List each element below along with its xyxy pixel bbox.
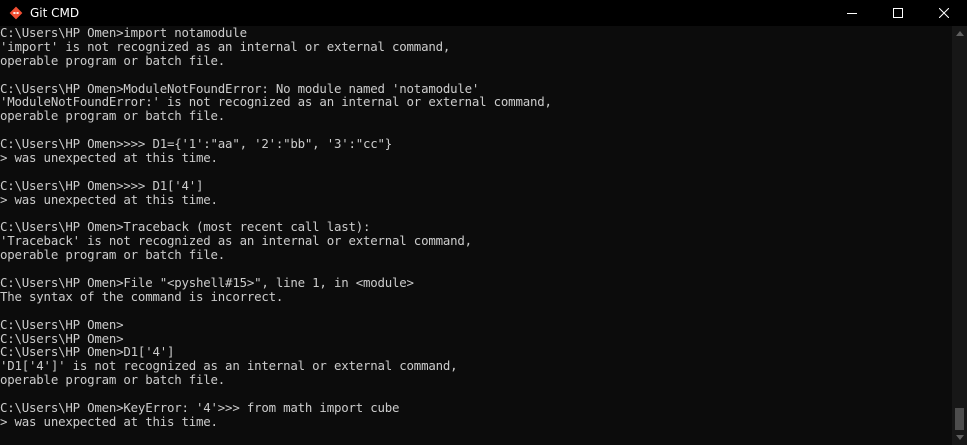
close-button[interactable] bbox=[921, 0, 967, 26]
terminal-line: C:\Users\HP Omen>D1['4'] bbox=[0, 344, 175, 360]
minimize-button[interactable] bbox=[829, 0, 875, 26]
vertical-scrollbar[interactable] bbox=[952, 26, 967, 445]
terminal-line: > was unexpected at this time. bbox=[0, 150, 218, 166]
terminal-line: 'ModuleNotFoundError:' is not recognized… bbox=[0, 94, 552, 110]
scroll-down-arrow[interactable] bbox=[952, 430, 967, 445]
terminal-line: 'D1['4']' is not recognized as an intern… bbox=[0, 358, 458, 374]
close-icon bbox=[939, 8, 949, 18]
git-diamond-icon bbox=[8, 5, 24, 21]
title-bar[interactable]: Git CMD bbox=[0, 0, 967, 26]
maximize-button[interactable] bbox=[875, 0, 921, 26]
terminal-line: C:\Users\HP Omen>>>> D1['4'] bbox=[0, 177, 204, 193]
terminal-line: 'Traceback' is not recognized as an inte… bbox=[0, 233, 472, 249]
window-title: Git CMD bbox=[30, 6, 80, 20]
terminal-line: C:\Users\HP Omen>File "<pyshell#15>", li… bbox=[0, 275, 414, 291]
terminal-line: operable program or batch file. bbox=[0, 52, 226, 68]
terminal-output[interactable]: C:\Users\HP Omen>import notamodule'impor… bbox=[0, 26, 952, 445]
arrow-down-icon bbox=[955, 435, 964, 440]
terminal-line: The syntax of the command is incorrect. bbox=[0, 288, 284, 304]
minimize-icon bbox=[847, 13, 857, 14]
scroll-up-arrow[interactable] bbox=[952, 26, 967, 41]
terminal-line: operable program or batch file. bbox=[0, 108, 226, 124]
terminal-line: C:\Users\HP Omen>KeyError: '4'>>> from m… bbox=[0, 400, 400, 416]
terminal-line: C:\Users\HP Omen>ModuleNotFoundError: No… bbox=[0, 80, 480, 96]
terminal-line: > was unexpected at this time. bbox=[0, 413, 218, 429]
scroll-thumb[interactable] bbox=[955, 408, 964, 430]
terminal-line: operable program or batch file. bbox=[0, 372, 226, 388]
terminal-line: operable program or batch file. bbox=[0, 247, 226, 263]
terminal-line: C:\Users\HP Omen>import notamodule bbox=[0, 26, 247, 40]
terminal-line: 'import' is not recognized as an interna… bbox=[0, 38, 451, 54]
terminal-line: > was unexpected at this time. bbox=[0, 191, 218, 207]
maximize-icon bbox=[893, 8, 903, 18]
terminal-line: C:\Users\HP Omen> bbox=[0, 330, 124, 346]
window-controls bbox=[829, 0, 967, 26]
arrow-up-icon bbox=[955, 31, 964, 36]
git-cmd-window: Git CMD C:\Users\HP Omen>import notamodu… bbox=[0, 0, 967, 445]
terminal-line: C:\Users\HP Omen> bbox=[0, 316, 124, 332]
terminal-line: C:\Users\HP Omen>>>> D1={'1':"aa", '2':"… bbox=[0, 136, 393, 152]
terminal-line: C:\Users\HP Omen>Traceback (most recent … bbox=[0, 219, 371, 235]
